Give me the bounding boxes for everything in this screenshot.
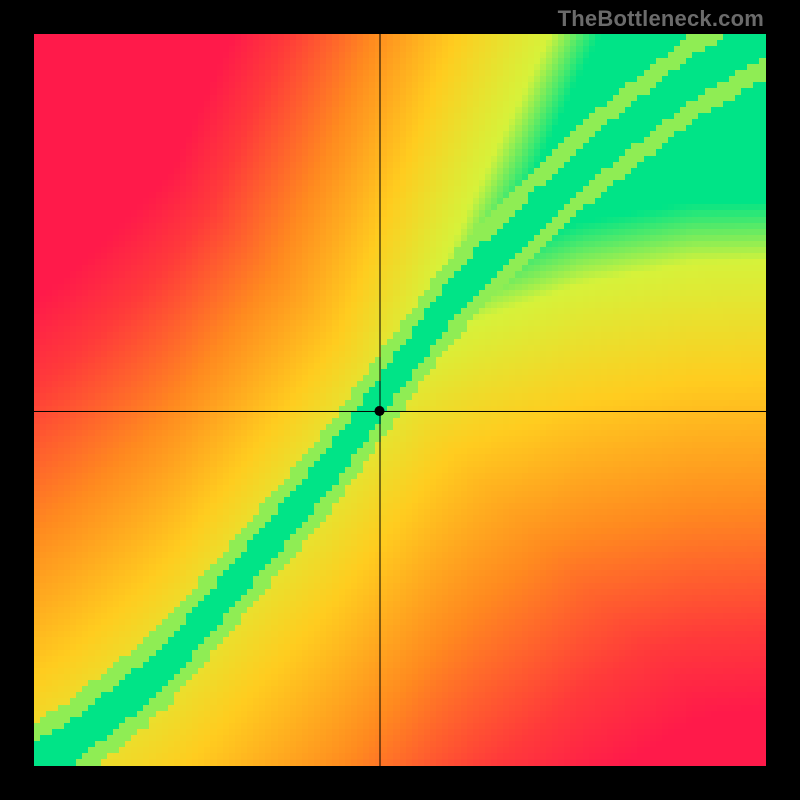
chart-frame: TheBottleneck.com (0, 0, 800, 800)
plot-area (34, 34, 766, 766)
heatmap-canvas (34, 34, 766, 766)
watermark-text: TheBottleneck.com (558, 6, 764, 32)
